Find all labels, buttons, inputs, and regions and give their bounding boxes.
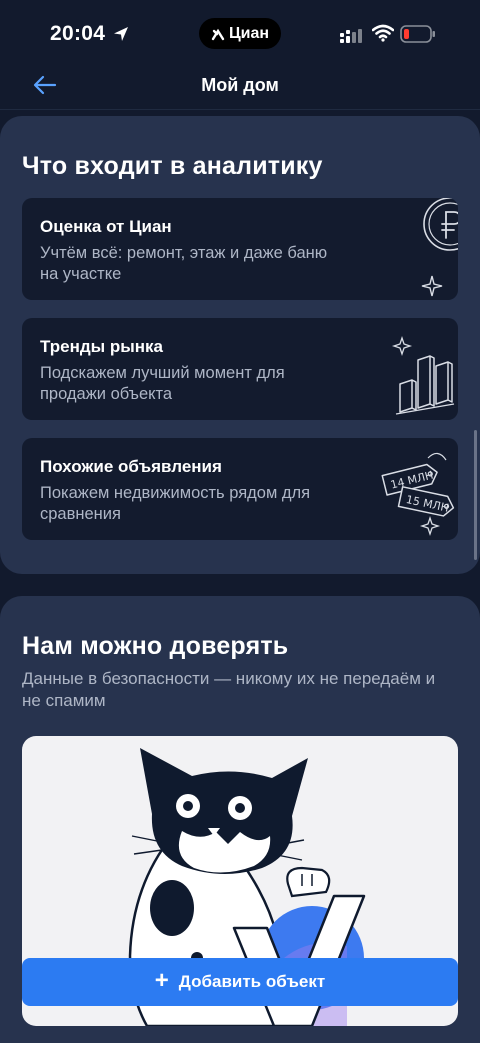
trust-title: Нам можно доверять bbox=[22, 632, 289, 660]
price-tags-icon: 14 МЛН 15 МЛН bbox=[381, 452, 455, 537]
feature-description: Покажем недвижимость рядом для сравнения bbox=[40, 484, 311, 523]
plus-icon: + bbox=[154, 967, 169, 994]
add-object-button[interactable]: + Добавить объект bbox=[22, 958, 458, 1006]
analytics-card: Что входит в аналитику Оценка от Циан Уч… bbox=[0, 116, 480, 574]
cian-logo-icon bbox=[211, 28, 225, 40]
status-time: 20:04 bbox=[50, 22, 106, 45]
add-object-label: Добавить объект bbox=[178, 972, 326, 991]
feature-title: Похожие объявления bbox=[40, 457, 222, 476]
scrollbar[interactable] bbox=[474, 430, 477, 560]
wifi-icon bbox=[372, 24, 394, 42]
feature-title: Тренды рынка bbox=[40, 337, 164, 356]
analytics-title: Что входит в аналитику bbox=[22, 152, 323, 180]
carrier-pill[interactable]: Циан bbox=[199, 18, 281, 49]
screen: 20:04 Циан Мой дом Что входит в аналитик… bbox=[0, 0, 480, 1043]
battery-low-icon bbox=[400, 25, 435, 43]
feature-description: Учтём всё: ремонт, этаж и даже баню на у… bbox=[40, 244, 328, 283]
ruble-coin-icon bbox=[421, 198, 458, 297]
bar-chart-icon bbox=[391, 335, 455, 415]
status-bar: 20:04 Циан bbox=[0, 0, 480, 64]
feature-description: Подскажем лучший момент для продажи объе… bbox=[40, 364, 285, 403]
feature-card-trends[interactable]: Тренды рынка Подскажем лучший момент для… bbox=[22, 318, 458, 420]
feature-title: Оценка от Циан bbox=[40, 217, 172, 236]
feature-card-valuation[interactable]: Оценка от Циан Учтём всё: ремонт, этаж и… bbox=[22, 198, 458, 300]
location-arrow-icon bbox=[114, 27, 128, 41]
carrier-pill-label: Циан bbox=[228, 24, 270, 42]
trust-subtitle: Данные в безопасности — никому их не пер… bbox=[22, 669, 436, 710]
navigation-bar: Мой дом bbox=[0, 64, 480, 110]
feature-card-similar-listings[interactable]: Похожие объявления Покажем недвижимость … bbox=[22, 438, 458, 540]
page-title: Мой дом bbox=[201, 75, 279, 95]
cellular-signal-icon bbox=[340, 29, 362, 43]
